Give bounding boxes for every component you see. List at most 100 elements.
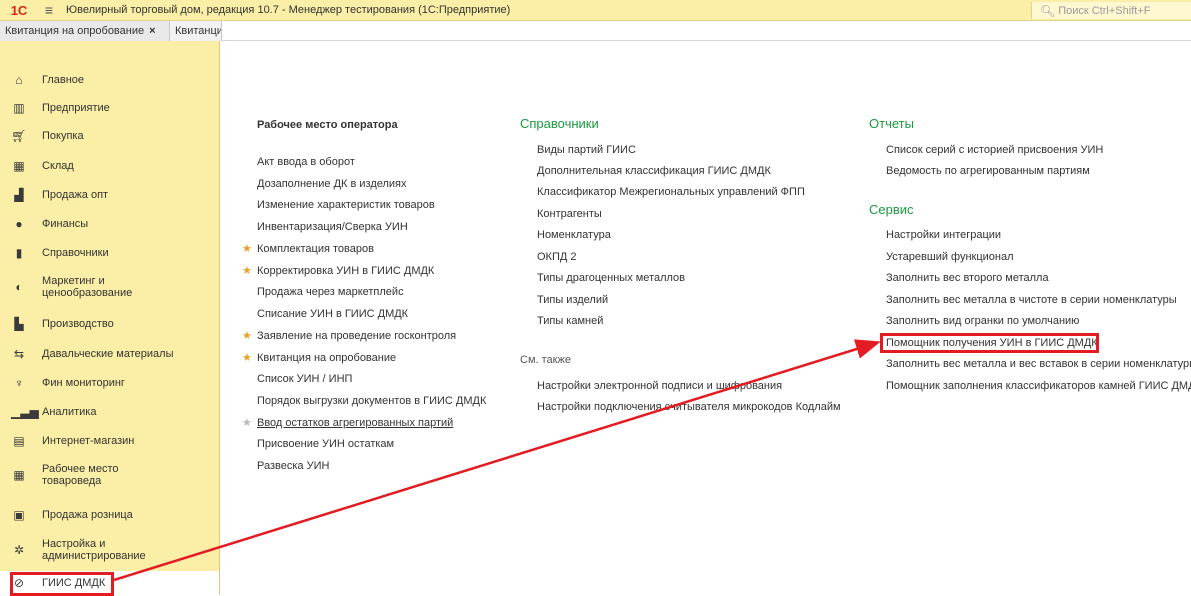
link-dk-completion[interactable]: Дозаполнение ДК в изделиях xyxy=(257,178,407,190)
close-icon[interactable]: × xyxy=(149,25,155,37)
search-icon: 🔍︎ xyxy=(1040,3,1056,18)
sidebar-item-main[interactable]: ⌂ Главное xyxy=(0,68,219,92)
monitoring-icon: ♆ xyxy=(14,376,24,390)
sidebar-item-analytics[interactable]: ▁▃▅ Аналитика xyxy=(0,400,219,424)
sidebar-item-tolling[interactable]: ⇆ Давальческие материалы xyxy=(0,342,219,366)
link-stone-classifier-assistant[interactable]: Помощник заполнения классификаторов камн… xyxy=(886,380,1191,392)
tab-receipt-2[interactable]: Квитанци xyxy=(170,21,222,41)
link-state-control-request[interactable]: Заявление на проведение госконтроля xyxy=(257,330,456,342)
favorite-star-icon[interactable]: ★ xyxy=(242,416,252,429)
sidebar-item-eshop[interactable]: ▤ Интернет-магазин xyxy=(0,429,219,453)
link-metal-insert-weight[interactable]: Заполнить вес металла и вес вставок в се… xyxy=(886,358,1191,370)
sidebar-item-label: администрирование xyxy=(42,550,146,562)
gear-icon: ✲ xyxy=(13,543,25,557)
sidebar-item-wholesale[interactable]: ▟ Продажа опт xyxy=(0,183,219,207)
sidebar-item-label: Давальческие материалы xyxy=(42,348,174,360)
see-also-heading: См. также xyxy=(520,354,571,366)
materials-icon: ⇆ xyxy=(13,347,25,361)
highlight-box-uin-assistant xyxy=(880,333,1099,353)
link-extra-classification[interactable]: Дополнительная классификация ГИИС ДМДК xyxy=(537,165,771,177)
link-second-metal-weight[interactable]: Заполнить вес второго металла xyxy=(886,272,1049,284)
tab-label: Квитанция на опробование xyxy=(5,25,145,37)
link-batch-types[interactable]: Виды партий ГИИС xyxy=(537,144,636,156)
service-heading: Сервис xyxy=(869,202,914,217)
link-aggregated-balances[interactable]: Ввод остатков агрегированных партий xyxy=(257,417,453,429)
link-okpd2[interactable]: ОКПД 2 xyxy=(537,251,577,263)
link-digital-signature-settings[interactable]: Настройки электронной подписи и шифрован… xyxy=(537,380,782,392)
link-kitting[interactable]: Комплектация товаров xyxy=(257,243,374,255)
finance-icon: ● xyxy=(15,217,23,231)
sidebar-item-label: Рабочее место xyxy=(42,463,119,475)
shop-icon: ▤ xyxy=(13,434,25,448)
link-fpp-classifier[interactable]: Классификатор Межрегиональных управлений… xyxy=(537,186,805,198)
sidebar-item-label: Главное xyxy=(42,74,85,86)
link-change-characteristics[interactable]: Изменение характеристик товаров xyxy=(257,199,435,211)
sidebar-item-label: товароведа xyxy=(42,475,102,487)
title-bar: 1С ≡ Ювелирный торговый дом, редакция 10… xyxy=(0,0,1191,21)
link-uin-writeoff[interactable]: Списание УИН в ГИИС ДМДК xyxy=(257,308,408,320)
sidebar-item-production[interactable]: ▙ Производство xyxy=(0,312,219,336)
sidebar-item-label: Покупка xyxy=(42,130,84,142)
link-metal-types[interactable]: Типы драгоценных металлов xyxy=(537,272,685,284)
logo-text: 1С xyxy=(10,2,28,18)
favorite-star-icon[interactable]: ★ xyxy=(242,351,252,364)
link-acceptance-act[interactable]: Акт ввода в оборот xyxy=(257,156,355,168)
search-placeholder: Поиск Ctrl+Shift+F xyxy=(1058,4,1151,17)
link-aggregated-statement[interactable]: Ведомость по агрегированным партиям xyxy=(886,165,1090,177)
link-stone-types[interactable]: Типы камней xyxy=(537,315,603,327)
link-inventory-uin[interactable]: Инвентаризация/Сверка УИН xyxy=(257,221,408,233)
link-counterparties[interactable]: Контрагенты xyxy=(537,208,602,220)
sidebar-item-catalogs[interactable]: ▮ Справочники xyxy=(0,241,219,265)
link-nomenclature[interactable]: Номенклатура xyxy=(537,229,611,241)
link-legacy-functions[interactable]: Устаревший функционал xyxy=(886,251,1014,263)
link-assay-receipt[interactable]: Квитанция на опробование xyxy=(257,352,396,364)
link-uin-weighing[interactable]: Развеска УИН xyxy=(257,460,329,472)
tab-receipt-assay[interactable]: Квитанция на опробование × xyxy=(0,21,170,41)
sidebar-item-marketing[interactable]: ◐ Маркетинг и ценообразование xyxy=(0,271,219,303)
sidebar-item-warehouse[interactable]: ▦ Склад xyxy=(0,154,219,178)
link-marketplace-sale[interactable]: Продажа через маркетплейс xyxy=(257,286,404,298)
workplace-icon: ▦ xyxy=(13,468,25,482)
sidebar-item-merchandiser[interactable]: ▦ Рабочее место товароведа xyxy=(0,459,219,491)
sidebar-item-label: Интернет-магазин xyxy=(42,435,135,447)
building-icon: ▥ xyxy=(13,101,25,115)
link-upload-order[interactable]: Порядок выгрузки документов в ГИИС ДМДК xyxy=(257,395,486,407)
sidebar-item-fin-monitoring[interactable]: ♆ Фин мониторинг xyxy=(0,371,219,395)
operator-workplace-heading: Рабочее место оператора xyxy=(257,119,398,131)
link-microcode-reader-settings[interactable]: Настройки подключения считывателя микрок… xyxy=(537,401,841,413)
link-default-cut[interactable]: Заполнить вид огранки по умолчанию xyxy=(886,315,1079,327)
tab-label: Квитанци xyxy=(175,25,222,37)
register-icon: ▣ xyxy=(13,508,25,522)
chart-icon: ▁▃▅ xyxy=(11,405,39,419)
sidebar-item-label: Аналитика xyxy=(42,406,97,418)
link-integration-settings[interactable]: Настройки интеграции xyxy=(886,229,1001,241)
favorite-star-icon[interactable]: ★ xyxy=(242,329,252,342)
sidebar-item-label: Предприятие xyxy=(42,102,110,114)
sidebar-item-label: Маркетинг и xyxy=(42,275,105,287)
book-icon: ▮ xyxy=(15,246,23,260)
link-uin-assignment[interactable]: Присвоение УИН остаткам xyxy=(257,438,394,450)
link-uin-list[interactable]: Список УИН / ИНП xyxy=(257,373,352,385)
sidebar-item-purchase[interactable]: 🛒︎ Покупка xyxy=(0,124,219,148)
sidebar-item-label: Справочники xyxy=(42,247,109,259)
sidebar-item-enterprise[interactable]: ▥ Предприятие xyxy=(0,96,219,120)
sidebar-item-admin[interactable]: ✲ Настройка и администрирование xyxy=(0,534,219,566)
catalogs-heading: Справочники xyxy=(520,116,599,131)
favorite-star-icon[interactable]: ★ xyxy=(242,264,252,277)
sidebar-item-label: Продажа розница xyxy=(42,509,133,521)
sidebar-item-retail[interactable]: ▣ Продажа розница xyxy=(0,503,219,527)
link-product-types[interactable]: Типы изделий xyxy=(537,294,608,306)
window-title: Ювелирный торговый дом, редакция 10.7 - … xyxy=(66,4,511,16)
marketing-icon: ◐ xyxy=(15,280,23,294)
link-pure-metal-weight[interactable]: Заполнить вес металла в чистоте в серии … xyxy=(886,294,1177,306)
link-series-uin-history[interactable]: Список серий с историей присвоения УИН xyxy=(886,144,1103,156)
home-icon: ⌂ xyxy=(15,73,23,87)
main-menu-icon[interactable]: ≡ xyxy=(38,2,60,18)
favorite-star-icon[interactable]: ★ xyxy=(242,242,252,255)
reports-heading: Отчеты xyxy=(869,116,914,131)
cart-icon: 🛒︎ xyxy=(11,129,27,143)
link-uin-correction[interactable]: Корректировка УИН в ГИИС ДМДК xyxy=(257,265,434,277)
1c-logo[interactable]: 1С xyxy=(0,0,38,21)
sidebar-item-finance[interactable]: ● Финансы xyxy=(0,212,219,236)
search-input[interactable]: 🔍︎ Поиск Ctrl+Shift+F xyxy=(1031,2,1191,19)
